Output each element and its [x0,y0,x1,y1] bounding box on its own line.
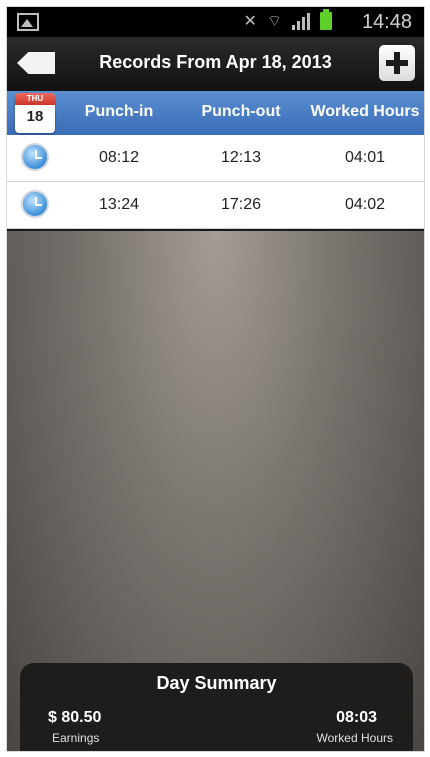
calendar-weekday: THU [15,93,55,105]
calendar-day: 18 [26,108,44,125]
status-icons: ✕ ⌔ [243,9,332,31]
battery-icon [320,9,332,30]
worked-hours-label: Worked Hours [316,731,393,745]
table-row[interactable]: 08:12 12:13 04:01 [7,135,424,182]
summary-title: Day Summary [156,673,277,693]
clock-icon [21,143,49,171]
app-frame: ✕ ⌔ 14:48 Records From Apr 18, 2013 THU … [6,6,425,752]
signal-icon [292,12,310,30]
wifi-icon: ⌔ [266,13,282,30]
calendar-icon[interactable]: THU 18 [15,93,55,133]
column-header-punch-out: Punch-out [201,103,281,120]
earnings-value: $ 80.50 [48,709,102,726]
day-summary-panel: Day Summary $ 80.50 Earnings 08:03 Worke… [20,663,413,751]
column-header-worked-hours: Worked Hours [310,103,420,120]
earnings-label: Earnings [52,731,100,745]
worked-hours-value: 08:03 [336,709,377,726]
gallery-notification-icon [17,13,39,31]
page-title: Records From Apr 18, 2013 [99,52,332,72]
table-header: THU 18 Punch-in Punch-out Worked Hours [7,91,424,135]
status-time: 14:48 [361,11,412,33]
add-record-button[interactable] [379,45,415,81]
column-header-punch-in: Punch-in [84,103,154,120]
punch-in-cell: 08:12 [98,149,140,166]
clock-icon [21,190,49,218]
action-bar: Records From Apr 18, 2013 [7,37,424,92]
punch-out-cell: 17:26 [220,196,262,213]
worked-hours-cell: 04:02 [344,196,386,213]
worked-hours-cell: 04:01 [344,149,386,166]
table-row[interactable]: 13:24 17:26 04:02 [7,182,424,229]
punch-out-cell: 12:13 [220,149,262,166]
status-bar: ✕ ⌔ 14:48 [7,7,424,37]
mute-icon: ✕ [243,13,257,30]
punch-in-cell: 13:24 [98,196,140,213]
